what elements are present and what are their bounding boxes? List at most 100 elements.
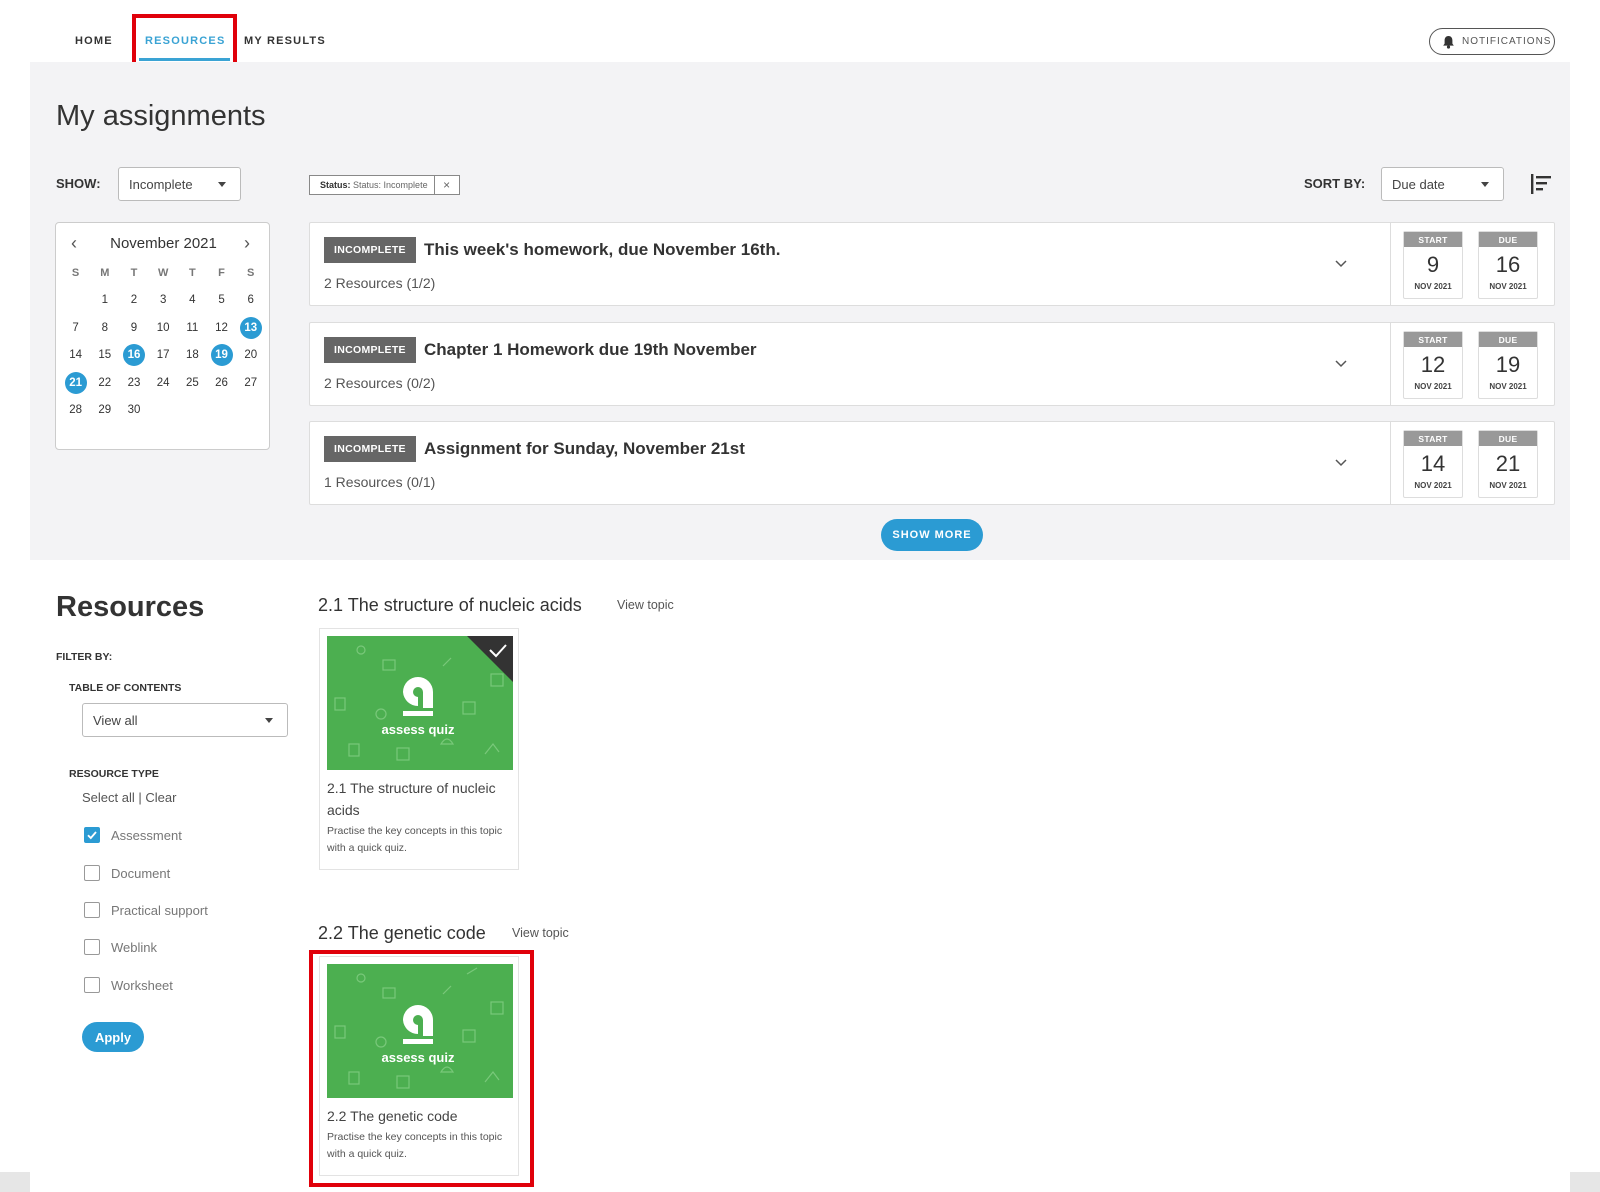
calendar-cell: 16 (119, 344, 148, 367)
calendar-day[interactable]: 22 (94, 372, 116, 394)
remove-filter-button[interactable]: × (433, 176, 459, 194)
start-date-label: START (1404, 232, 1462, 247)
calendar-day[interactable]: 11 (181, 317, 203, 339)
calendar-day[interactable]: 17 (152, 344, 174, 366)
calendar-day[interactable]: 28 (65, 399, 87, 421)
checkbox-checked[interactable] (84, 827, 100, 843)
calendar-next-button[interactable]: › (244, 233, 250, 254)
checkbox-worksheet[interactable]: Worksheet (84, 977, 173, 993)
calendar-day[interactable]: 3 (152, 289, 174, 311)
calendar-day[interactable]: 18 (181, 344, 203, 366)
calendar-day[interactable]: 9 (123, 317, 145, 339)
calendar-day[interactable]: 7 (65, 317, 87, 339)
calendar-day[interactable]: 27 (240, 372, 262, 394)
due-date-month: NOV 2021 (1489, 481, 1527, 490)
show-filter-select[interactable]: Incomplete (118, 167, 241, 201)
start-date-day: 9 (1426, 252, 1440, 277)
view-topic-link[interactable]: View topic (617, 598, 674, 612)
nav-my-results[interactable]: MY RESULTS (244, 35, 326, 47)
checkbox-unchecked[interactable] (84, 865, 100, 881)
calendar-day[interactable]: 1 (94, 289, 116, 311)
chevron-down-icon[interactable] (1334, 356, 1348, 370)
due-date-box: DUE 19 NOV 2021 (1478, 331, 1538, 399)
show-more-button[interactable]: SHOW MORE (881, 519, 983, 551)
calendar-day[interactable]: 5 (211, 289, 233, 311)
calendar-day[interactable]: 26 (211, 372, 233, 394)
view-topic-link[interactable]: View topic (512, 926, 569, 940)
sort-order-icon[interactable] (1529, 172, 1553, 196)
select-all-link[interactable]: Select all (82, 790, 135, 805)
calendar-cell: 19 (207, 344, 236, 367)
calendar-day[interactable]: 6 (240, 289, 262, 311)
calendar-day[interactable]: 24 (152, 372, 174, 394)
card-divider (1390, 223, 1391, 305)
calendar: ‹ November 2021 › S M T W T F S 12345678… (55, 222, 270, 450)
calendar-day[interactable]: 8 (94, 317, 116, 339)
calendar-day-due[interactable]: 16 (122, 344, 145, 367)
sort-select[interactable]: Due date (1381, 167, 1504, 201)
start-date-box: START 9 NOV 2021 (1403, 231, 1463, 299)
start-date-month: NOV 2021 (1414, 481, 1452, 490)
start-date-box: START 12 NOV 2021 (1403, 331, 1463, 399)
sort-value: Due date (1392, 176, 1445, 192)
checkbox-unchecked[interactable] (84, 977, 100, 993)
calendar-cell: 28 (61, 399, 90, 421)
resources-title: Resources (56, 591, 205, 623)
calendar-day[interactable]: 29 (94, 399, 116, 421)
clear-link[interactable]: Clear (145, 790, 176, 805)
calendar-day[interactable]: 20 (240, 344, 262, 366)
weekday-label: S (247, 266, 255, 279)
calendar-day[interactable]: 2 (123, 289, 145, 311)
calendar-week-row: 21 22 23 24 25 26 27 (61, 369, 266, 397)
assignment-card[interactable]: INCOMPLETE Chapter 1 Homework due 19th N… (309, 322, 1555, 406)
calendar-cell: 21 (61, 371, 90, 394)
checkbox-label: Practical support (111, 902, 208, 918)
calendar-day[interactable]: 25 (181, 372, 203, 394)
calendar-day[interactable]: 12 (211, 317, 233, 339)
chevron-down-icon[interactable] (1334, 256, 1348, 270)
due-date-month: NOV 2021 (1489, 282, 1527, 291)
nav-home[interactable]: HOME (75, 35, 113, 47)
completed-corner (467, 636, 513, 682)
calendar-day[interactable]: 23 (123, 372, 145, 394)
resource-name: 2.1 The structure of nucleic acids (327, 780, 496, 818)
checkbox-assessment[interactable]: Assessment (84, 827, 182, 843)
toc-select[interactable]: View all (82, 703, 288, 737)
calendar-cell: 24 (149, 372, 178, 394)
chevron-down-icon[interactable] (1334, 455, 1348, 469)
resource-card[interactable]: assess quiz 2.1 The structure of nucleic… (319, 628, 519, 870)
checkbox-label: Worksheet (111, 977, 173, 993)
weekday-label: M (100, 266, 110, 279)
calendar-day[interactable]: 10 (152, 317, 174, 339)
calendar-day-due[interactable]: 13 (239, 316, 262, 339)
card-divider (1390, 422, 1391, 504)
calendar-day[interactable]: 4 (181, 289, 203, 311)
assignment-title: Chapter 1 Homework due 19th November (424, 340, 757, 359)
checkbox-weblink[interactable]: Weblink (84, 939, 157, 955)
notifications-label: NOTIFICATIONS (1462, 36, 1552, 47)
due-date-label: DUE (1479, 232, 1537, 247)
calendar-day[interactable]: 14 (65, 344, 87, 366)
calendar-week-row: 7 8 9 10 11 12 13 (61, 314, 266, 342)
checkbox-unchecked[interactable] (84, 939, 100, 955)
assignment-card[interactable]: INCOMPLETE Assignment for Sunday, Novemb… (309, 421, 1555, 505)
caret-down-icon (265, 718, 273, 723)
calendar-day-due[interactable]: 21 (64, 371, 87, 394)
calendar-cell: 22 (90, 372, 119, 394)
checkbox-practical-support[interactable]: Practical support (84, 902, 208, 918)
assignment-card[interactable]: INCOMPLETE This week's homework, due Nov… (309, 222, 1555, 306)
calendar-day-due[interactable]: 19 (210, 344, 233, 367)
calendar-cell: 6 (236, 289, 265, 311)
show-label: SHOW: (56, 176, 101, 191)
card-divider (1390, 323, 1391, 405)
calendar-week-row: 123456 (61, 287, 266, 315)
calendar-day[interactable]: 30 (123, 399, 145, 421)
calendar-cell: 3 (149, 289, 178, 311)
apply-button[interactable]: Apply (82, 1022, 144, 1052)
checkbox-document[interactable]: Document (84, 865, 170, 881)
calendar-day[interactable]: 15 (94, 344, 116, 366)
due-date-day: 19 (1495, 352, 1521, 377)
calendar-cell: 8 (90, 317, 119, 339)
checkbox-unchecked[interactable] (84, 902, 100, 918)
notifications-button[interactable]: NOTIFICATIONS (1429, 28, 1555, 55)
